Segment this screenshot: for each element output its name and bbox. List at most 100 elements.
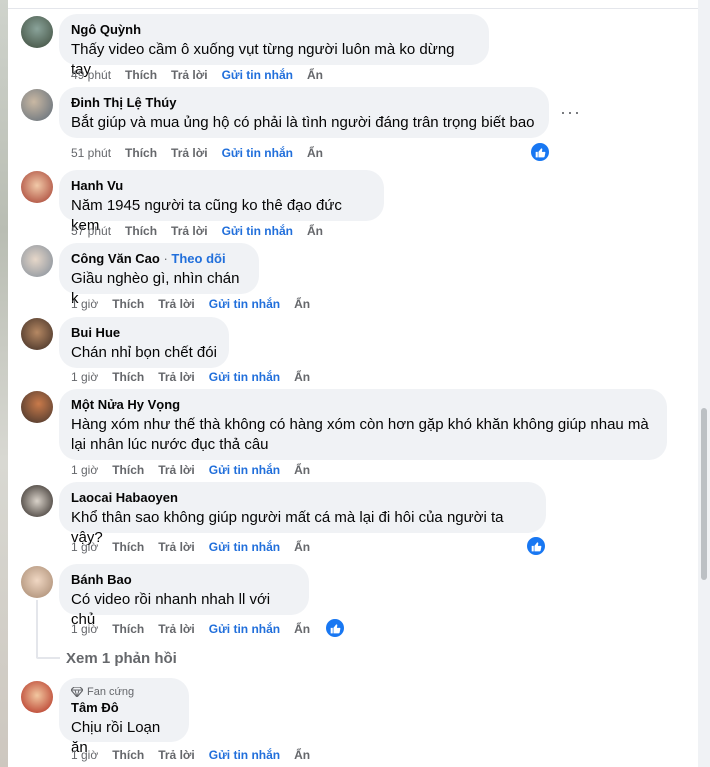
like-button[interactable]: Thích (112, 463, 144, 477)
like-button[interactable]: Thích (125, 224, 157, 238)
comment-time[interactable]: 1 giờ (71, 370, 98, 384)
avatar[interactable] (21, 391, 53, 423)
comment-author[interactable]: Ngô Quỳnh (71, 22, 477, 38)
like-button[interactable]: Thích (125, 68, 157, 82)
avatar[interactable] (21, 485, 53, 517)
comment-actions: 1 giờ Thích Trả lời Gửi tin nhắn Ẩn (71, 621, 324, 637)
comment-author[interactable]: Bánh Bao (71, 572, 297, 588)
comment-actions: 49 phút Thích Trả lời Gửi tin nhắn Ẩn (71, 67, 337, 83)
fan-badge-label: Fan cứng (87, 686, 135, 698)
top-divider (8, 8, 698, 9)
view-replies-link[interactable]: Xem 1 phản hồi (66, 650, 177, 667)
hide-button[interactable]: Ẩn (307, 224, 323, 238)
reply-button[interactable]: Trả lời (171, 224, 208, 238)
thread-line (36, 600, 38, 658)
like-reaction-icon[interactable] (529, 141, 551, 163)
comment-bubble: Fan cứng Tâm Đô Chịu rồi Loạn ăn (59, 678, 189, 756)
like-reaction-icon[interactable] (525, 535, 547, 557)
comment-time[interactable]: 1 giờ (71, 297, 98, 311)
scrollbar-thumb[interactable] (701, 408, 707, 580)
like-button[interactable]: Thích (112, 297, 144, 311)
comment-author[interactable]: Một Nửa Hy Vọng (71, 397, 655, 413)
hide-button[interactable]: Ẩn (294, 297, 310, 311)
like-button[interactable]: Thích (112, 540, 144, 554)
reply-button[interactable]: Trả lời (171, 68, 208, 82)
avatar[interactable] (21, 89, 53, 121)
reply-button[interactable]: Trả lời (158, 463, 195, 477)
hide-button[interactable]: Ẩn (294, 748, 310, 762)
comment-time[interactable]: 1 giờ (71, 463, 98, 477)
comment-time[interactable]: 1 giờ (71, 748, 98, 762)
thread-line (36, 657, 60, 659)
comment-author[interactable]: Laocai Habaoyen (71, 490, 534, 506)
comment-author[interactable]: Hanh Vu (71, 178, 372, 194)
comment-time[interactable]: 49 phút (71, 68, 111, 82)
hide-button[interactable]: Ẩn (294, 540, 310, 554)
fan-badge: Fan cứng (71, 686, 177, 698)
hide-button[interactable]: Ẩn (294, 370, 310, 384)
like-button[interactable]: Thích (112, 370, 144, 384)
comment-actions: 57 phút Thích Trả lời Gửi tin nhắn Ẩn (71, 223, 337, 239)
hide-button[interactable]: Ẩn (307, 68, 323, 82)
send-message-button[interactable]: Gửi tin nhắn (209, 297, 280, 311)
reply-button[interactable]: Trả lời (158, 622, 195, 636)
comment-author[interactable]: Đinh Thị Lệ Thúy (71, 95, 537, 111)
diamond-icon (71, 687, 83, 697)
comment-bubble: Bui Hue Chán nhỉ bọn chết đói (59, 317, 229, 368)
avatar[interactable] (21, 171, 53, 203)
comment-actions: 1 giờ Thích Trả lời Gửi tin nhắn Ẩn (71, 462, 324, 478)
hide-button[interactable]: Ẩn (294, 622, 310, 636)
comment-actions: 1 giờ Thích Trả lời Gửi tin nhắn Ẩn (71, 539, 324, 555)
like-reaction-icon[interactable] (324, 617, 346, 639)
reply-button[interactable]: Trả lời (171, 146, 208, 160)
comment-bubble: Hanh Vu Năm 1945 người ta cũng ko thê đạ… (59, 170, 384, 234)
like-button[interactable]: Thích (125, 146, 157, 160)
avatar[interactable] (21, 681, 53, 713)
comment-actions: 51 phút Thích Trả lời Gửi tin nhắn Ẩn (71, 145, 337, 161)
comment-bubble: Laocai Habaoyen Khổ thân sao không giúp … (59, 482, 546, 546)
more-options-icon[interactable]: ··· (560, 102, 581, 123)
send-message-button[interactable]: Gửi tin nhắn (209, 370, 280, 384)
comment-text: Chán nhỉ bọn chết đói (71, 344, 217, 361)
send-message-button[interactable]: Gửi tin nhắn (209, 748, 280, 762)
hide-button[interactable]: Ẩn (307, 146, 323, 160)
follow-link[interactable]: Theo dõi (171, 251, 225, 266)
reply-button[interactable]: Trả lời (158, 370, 195, 384)
reply-button[interactable]: Trả lời (158, 748, 195, 762)
reply-button[interactable]: Trả lời (158, 297, 195, 311)
comment-bubble: Công Văn Cao · Theo dõi Giầu nghèo gì, n… (59, 243, 259, 307)
like-button[interactable]: Thích (112, 748, 144, 762)
comment-author-name[interactable]: Công Văn Cao (71, 251, 160, 266)
send-message-button[interactable]: Gửi tin nhắn (222, 68, 293, 82)
comment-time[interactable]: 51 phút (71, 146, 111, 160)
hide-button[interactable]: Ẩn (294, 463, 310, 477)
send-message-button[interactable]: Gửi tin nhắn (222, 146, 293, 160)
comment-time[interactable]: 57 phút (71, 224, 111, 238)
separator-dot: · (159, 251, 172, 266)
send-message-button[interactable]: Gửi tin nhắn (222, 224, 293, 238)
reply-button[interactable]: Trả lời (158, 540, 195, 554)
avatar[interactable] (21, 318, 53, 350)
comment-actions: 1 giờ Thích Trả lời Gửi tin nhắn Ẩn (71, 296, 324, 312)
comment-text: Bắt giúp và mua ủng hộ có phải là tình n… (71, 114, 535, 131)
send-message-button[interactable]: Gửi tin nhắn (209, 540, 280, 554)
comment-author[interactable]: Bui Hue (71, 325, 217, 341)
comment-actions: 1 giờ Thích Trả lời Gửi tin nhắn Ẩn (71, 369, 324, 385)
comment-bubble: Bánh Bao Có video rồi nhanh nhah ll với … (59, 564, 309, 628)
background-strip (0, 0, 8, 767)
avatar[interactable] (21, 16, 53, 48)
scrollbar-track[interactable] (698, 0, 710, 767)
avatar[interactable] (21, 566, 53, 598)
comment-author[interactable]: Tâm Đô (71, 700, 177, 716)
comment-actions: 1 giờ Thích Trả lời Gửi tin nhắn Ẩn (71, 747, 324, 763)
comment-text: Hàng xóm như thế thà không có hàng xóm c… (71, 416, 649, 453)
send-message-button[interactable]: Gửi tin nhắn (209, 622, 280, 636)
comment-bubble: Một Nửa Hy Vọng Hàng xóm như thế thà khô… (59, 389, 667, 460)
avatar[interactable] (21, 245, 53, 277)
comment-time[interactable]: 1 giờ (71, 622, 98, 636)
comment-author: Công Văn Cao · Theo dõi (71, 251, 247, 267)
comment-time[interactable]: 1 giờ (71, 540, 98, 554)
comment-bubble: Ngô Quỳnh Thấy video cầm ô xuống vụt từn… (59, 14, 489, 78)
send-message-button[interactable]: Gửi tin nhắn (209, 463, 280, 477)
like-button[interactable]: Thích (112, 622, 144, 636)
